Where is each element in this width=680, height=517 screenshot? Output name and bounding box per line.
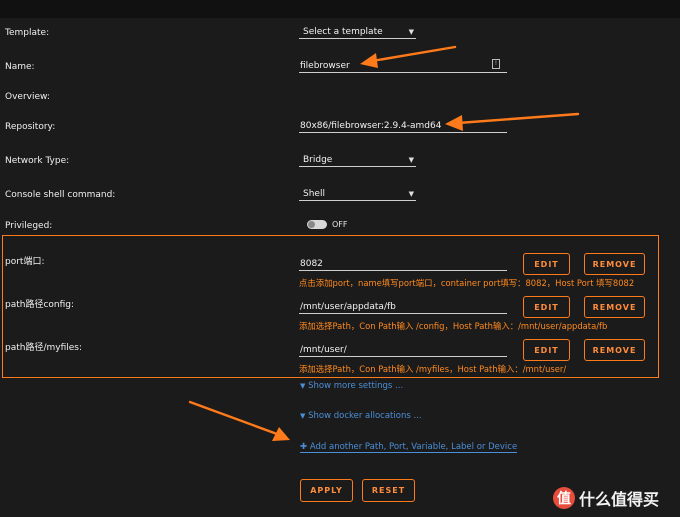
arrow-to-name xyxy=(370,45,457,63)
annotation-arrows xyxy=(188,45,580,441)
watermark-logo-icon: 值 xyxy=(553,487,575,509)
watermark: 值 什么值得买 xyxy=(553,486,659,510)
arrow-to-add-link xyxy=(188,400,279,436)
watermark-text: 什么值得买 xyxy=(579,490,660,509)
arrow-to-repository xyxy=(456,112,580,125)
